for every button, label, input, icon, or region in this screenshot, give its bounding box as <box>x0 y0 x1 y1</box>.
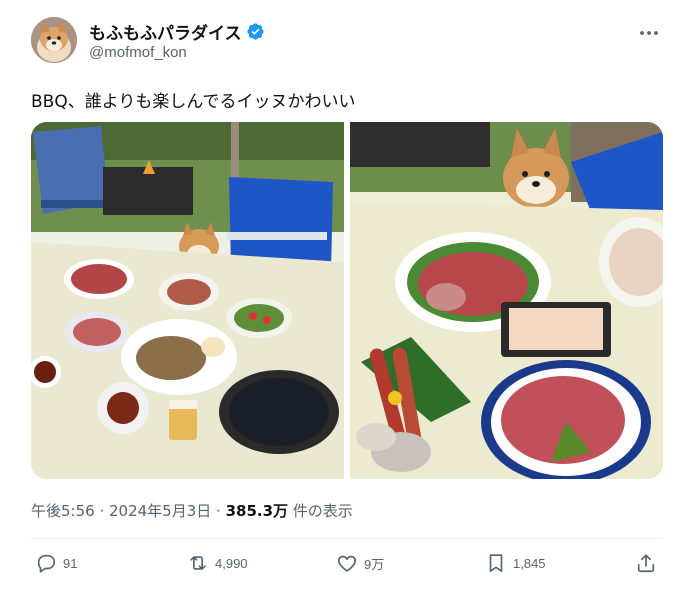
verified-badge-icon <box>246 23 264 40</box>
tweet-text: BBQ、誰よりも楽しんでるイッヌかわいい <box>31 92 356 112</box>
like-count: 9万 <box>364 556 385 572</box>
action-bar: 91 4,990 9万 1,845 <box>31 552 661 582</box>
reply-button[interactable]: 91 <box>35 552 77 574</box>
tweet-time[interactable]: 午後5:56 <box>31 502 95 520</box>
retweet-icon <box>190 556 206 570</box>
tweet-date[interactable]: 2024年5月3日 <box>109 502 211 520</box>
more-options-icon[interactable] <box>637 23 661 43</box>
like-button[interactable]: 9万 <box>336 552 384 574</box>
retweet-count: 4,990 <box>215 555 248 571</box>
bookmark-button[interactable]: 1,845 <box>485 552 546 574</box>
divider <box>31 538 663 539</box>
tweet-media[interactable] <box>31 122 663 479</box>
view-count[interactable]: 385.3万 <box>226 502 288 520</box>
share-button[interactable] <box>635 552 657 574</box>
retweet-button[interactable]: 4,990 <box>187 552 248 574</box>
shiba-dog-avatar-image <box>31 17 77 63</box>
reply-count: 91 <box>63 555 78 571</box>
share-icon <box>637 554 655 573</box>
meta-separator: · <box>94 502 109 520</box>
display-name[interactable]: もふもふパラダイス <box>89 19 242 44</box>
avatar[interactable] <box>31 17 77 63</box>
view-label: 件の表示 <box>288 502 353 520</box>
meta-separator-2: · <box>211 502 226 520</box>
bbq-table-photo-right[interactable] <box>350 122 663 479</box>
tweet-meta: 午後5:56 · 2024年5月3日 · 385.3万 件の表示 <box>31 500 353 521</box>
bookmark-icon <box>489 554 503 573</box>
reply-icon <box>37 554 56 573</box>
user-handle[interactable]: @mofmof_kon <box>89 44 187 61</box>
heart-icon <box>337 555 357 572</box>
bookmark-count: 1,845 <box>513 555 546 571</box>
bbq-table-photo-left[interactable] <box>31 122 344 479</box>
tweet-header: もふもふパラダイス @mofmof_kon <box>31 17 661 65</box>
